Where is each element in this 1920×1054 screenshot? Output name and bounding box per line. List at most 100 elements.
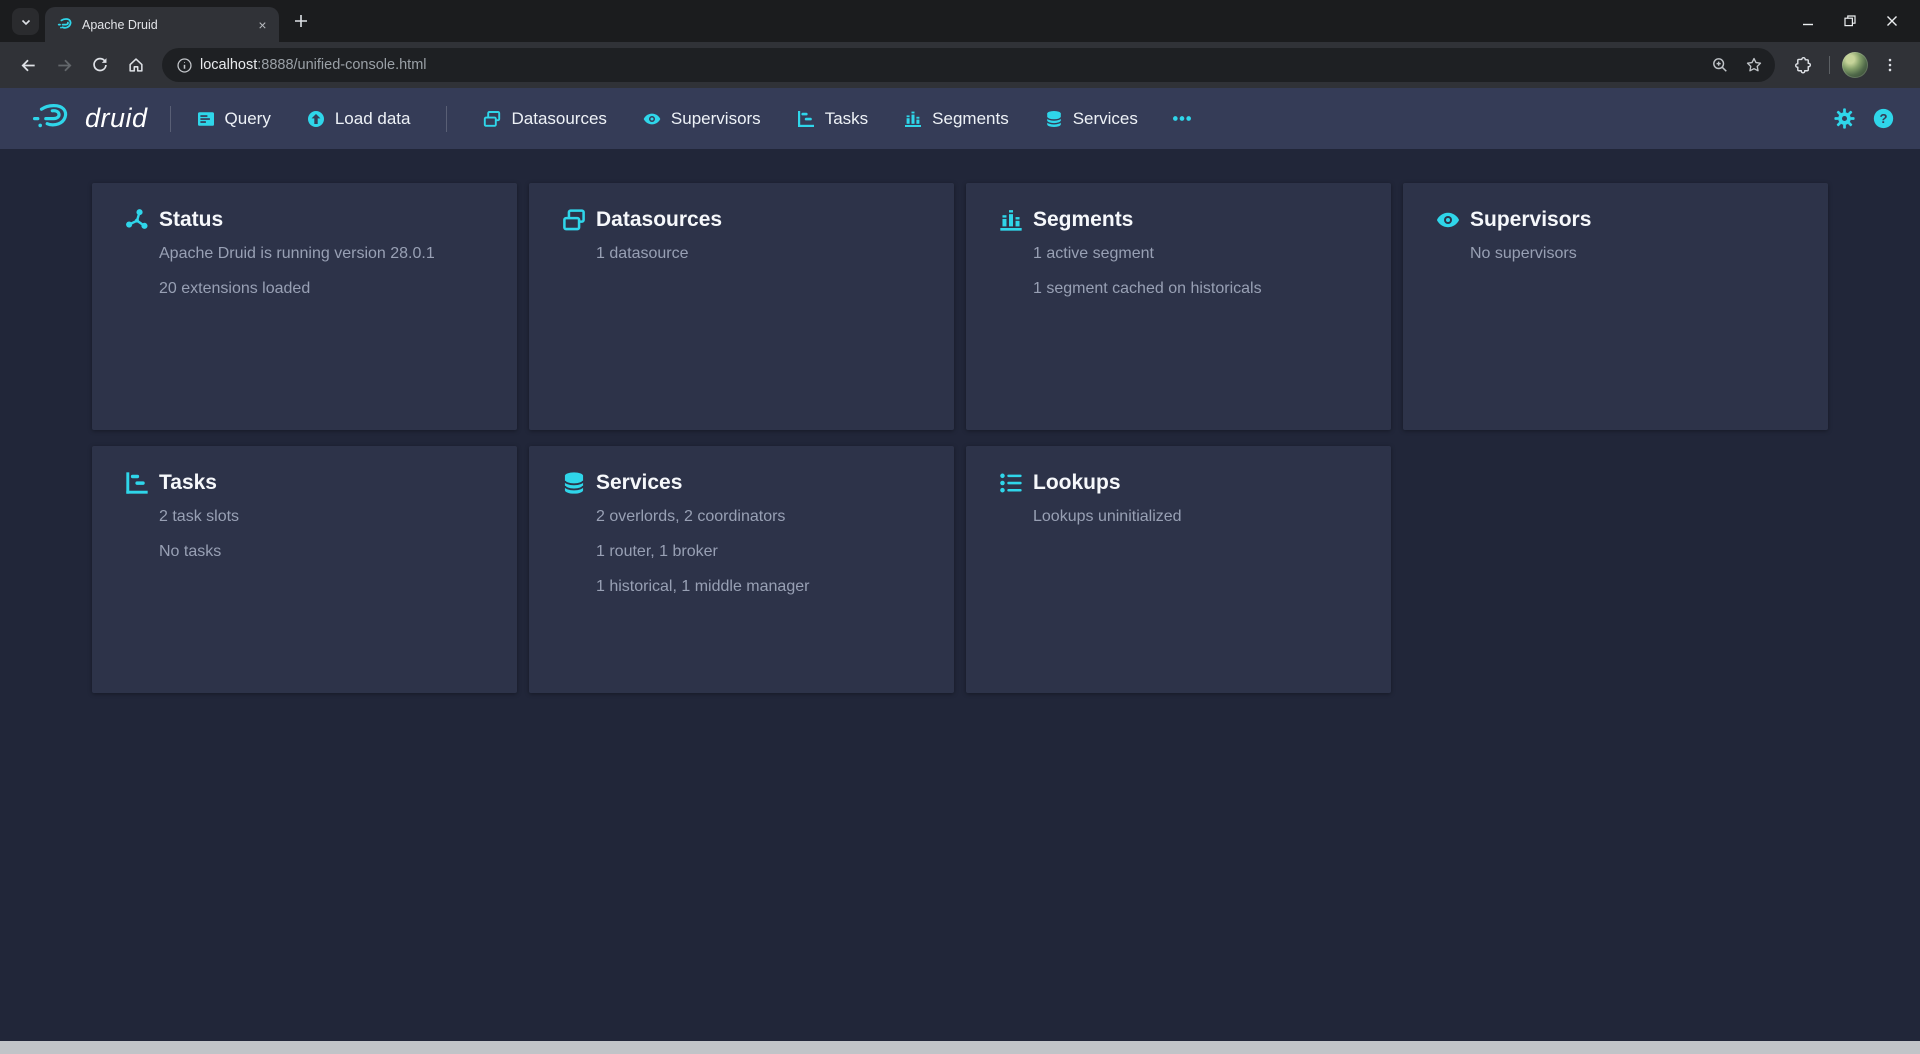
load-data-icon <box>307 110 325 128</box>
card-title: Supervisors <box>1470 208 1591 232</box>
nav-item-segments[interactable]: Segments <box>904 109 1009 129</box>
druid-header: druid Query Load data Datasources Superviso… <box>0 88 1920 149</box>
help-button[interactable]: ? <box>1873 108 1894 129</box>
card-title: Status <box>159 208 223 232</box>
nav-divider <box>170 106 171 132</box>
toolbar-divider <box>1829 56 1830 74</box>
reload-icon <box>91 56 109 74</box>
database-icon <box>562 471 586 495</box>
card-status[interactable]: Status Apache Druid is running version 28… <box>92 183 517 430</box>
browser-tab-strip: Apache Druid × <box>0 0 1920 42</box>
card-status-line: 20 extensions loaded <box>159 280 489 298</box>
nav-item-datasources[interactable]: Datasources <box>483 109 606 129</box>
card-lookups[interactable]: Lookups Lookups uninitialized <box>966 446 1391 693</box>
kebab-menu-icon <box>1882 57 1898 73</box>
card-header: Tasks <box>125 471 489 495</box>
star-icon[interactable] <box>1745 56 1763 74</box>
card-title: Lookups <box>1033 471 1121 495</box>
card-header: Supervisors <box>1436 208 1800 232</box>
card-status-line: 1 segment cached on historicals <box>1033 280 1363 298</box>
back-icon <box>19 56 38 75</box>
window-restore-button[interactable] <box>1844 15 1856 27</box>
query-icon <box>197 110 215 128</box>
forward-button[interactable] <box>49 50 79 80</box>
card-datasources[interactable]: Datasources 1 datasource <box>529 183 954 430</box>
card-title: Tasks <box>159 471 217 495</box>
tab-close-icon[interactable]: × <box>254 16 271 33</box>
new-tab-button[interactable] <box>288 8 314 34</box>
card-status-line: 1 datasource <box>596 245 926 263</box>
url-host: localhost <box>200 57 257 73</box>
druid-nav-items: Query Load data Datasources Supervisors Task… <box>197 106 1138 132</box>
home-button[interactable] <box>121 50 151 80</box>
druid-logo-icon <box>30 102 76 136</box>
url-bar[interactable]: localhost:8888/unified-console.html <box>162 48 1775 82</box>
minimize-icon <box>1802 15 1814 27</box>
card-header: Services <box>562 471 926 495</box>
nav-item-label: Query <box>225 109 271 129</box>
nav-item-label: Load data <box>335 109 411 129</box>
reload-button[interactable] <box>85 50 115 80</box>
card-tasks[interactable]: Tasks2 task slotsNo tasks <box>92 446 517 693</box>
druid-home-view: Status Apache Druid is running version 28… <box>0 149 1920 1041</box>
nav-item-label: Supervisors <box>671 109 761 129</box>
plus-icon <box>294 14 308 28</box>
datasources-icon <box>483 110 501 128</box>
nav-item-services[interactable]: Services <box>1045 109 1138 129</box>
svg-text:?: ? <box>1879 111 1887 126</box>
card-status-line: Lookups uninitialized <box>1033 508 1363 526</box>
card-status-line: Apache Druid is running version 28.0.1 <box>159 245 489 263</box>
eye-icon <box>1436 208 1460 232</box>
nav-item-label: Tasks <box>825 109 868 129</box>
browser-menu-button[interactable] <box>1875 50 1905 80</box>
lookups-icon <box>999 471 1023 495</box>
nav-item-label: Datasources <box>511 109 606 129</box>
browser-tab[interactable]: Apache Druid × <box>45 7 279 42</box>
druid-header-right: ? <box>1834 108 1894 129</box>
card-segments[interactable]: Segments 1 active segment 1 segment cached… <box>966 183 1391 430</box>
zoom-icon[interactable] <box>1711 56 1729 74</box>
card-header: Datasources <box>562 208 926 232</box>
browser-toolbar: localhost:8888/unified-console.html <box>0 42 1920 88</box>
extensions-button[interactable] <box>1788 50 1818 80</box>
nav-item-tasks[interactable]: Tasks <box>797 109 868 129</box>
back-button[interactable] <box>13 50 43 80</box>
settings-button[interactable] <box>1834 108 1855 129</box>
nav-item-label: Services <box>1073 109 1138 129</box>
window-minimize-button[interactable] <box>1802 15 1814 27</box>
card-status-line: 1 active segment <box>1033 245 1363 263</box>
tab-search-button[interactable] <box>12 8 39 35</box>
nav-item-supervisors[interactable]: Supervisors <box>643 109 761 129</box>
card-header: Lookups <box>999 471 1363 495</box>
stacked-chart-icon <box>904 110 922 128</box>
druid-wordmark: druid <box>85 103 148 134</box>
card-title: Datasources <box>596 208 722 232</box>
restore-icon <box>1844 15 1856 27</box>
nav-item-query[interactable]: Query <box>197 109 271 129</box>
chevron-down-icon <box>20 16 32 28</box>
card-services[interactable]: Services2 overlords, 2 coordinators1 rou… <box>529 446 954 693</box>
window-controls <box>1802 15 1912 27</box>
profile-avatar[interactable] <box>1842 52 1868 78</box>
card-title: Services <box>596 471 682 495</box>
forward-icon <box>55 56 74 75</box>
card-status-line: 1 historical, 1 middle manager <box>596 578 926 596</box>
more-icon <box>1172 115 1192 122</box>
database-icon <box>1045 110 1063 128</box>
help-icon: ? <box>1873 108 1894 129</box>
info-icon[interactable] <box>176 57 193 74</box>
card-status-line: 2 overlords, 2 coordinators <box>596 508 926 526</box>
nav-item-label: Segments <box>932 109 1009 129</box>
gear-icon <box>1834 108 1855 129</box>
nav-item-load-data[interactable]: Load data <box>307 109 411 129</box>
card-header: Segments <box>999 208 1363 232</box>
gantt-icon <box>797 110 815 128</box>
gantt-icon <box>125 471 149 495</box>
card-supervisors[interactable]: SupervisorsNo supervisors <box>1403 183 1828 430</box>
nav-more-button[interactable] <box>1172 115 1192 122</box>
close-icon <box>1886 15 1898 27</box>
druid-logo[interactable]: druid <box>30 102 148 136</box>
window-bottom-edge <box>0 1041 1920 1054</box>
window-close-button[interactable] <box>1886 15 1898 27</box>
tab-title: Apache Druid <box>82 18 254 32</box>
